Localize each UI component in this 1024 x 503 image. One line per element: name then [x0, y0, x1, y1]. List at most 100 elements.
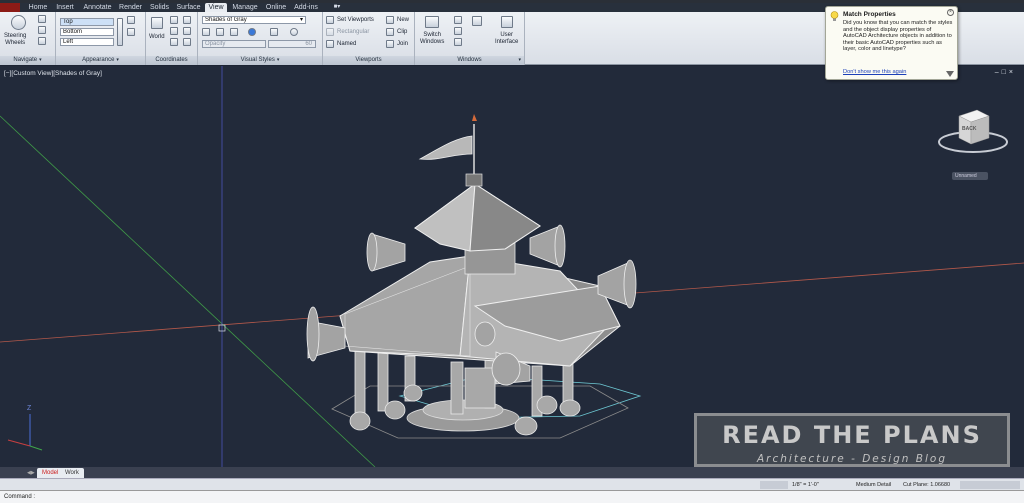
- close-icon[interactable]: ×: [947, 9, 954, 16]
- clip-button[interactable]: Clip: [397, 29, 407, 35]
- tab-view[interactable]: View: [205, 3, 227, 12]
- annotation-scale[interactable]: 1/8" = 1'-0": [792, 481, 819, 489]
- world-label[interactable]: World: [149, 34, 165, 40]
- lightbulb-icon: [830, 11, 839, 21]
- visual-style-icon[interactable]: [127, 28, 135, 36]
- steering-wheels-label[interactable]: Steering Wheels: [4, 33, 26, 47]
- pan-icon[interactable]: [38, 15, 46, 23]
- tab-manage[interactable]: Manage: [231, 3, 259, 12]
- tab-solids[interactable]: Solids: [148, 3, 171, 12]
- ucs-world-icon[interactable]: [151, 17, 163, 29]
- visual-style-select[interactable]: Shades of Gray ▾: [202, 16, 306, 24]
- face-style-icon[interactable]: [216, 28, 224, 36]
- switch-windows-label[interactable]: Switch Windows: [420, 32, 444, 46]
- set-viewports-icon: [326, 16, 334, 24]
- tab-surface[interactable]: Surface: [175, 3, 202, 12]
- tab-online[interactable]: Online: [263, 3, 289, 12]
- panel-coordinates: World Coordinates: [146, 12, 198, 65]
- chevron-down-icon[interactable]: [946, 71, 954, 77]
- panel-expand-icon[interactable]: ▾: [39, 57, 42, 63]
- dont-show-again-link[interactable]: Don't show me this again: [843, 69, 906, 75]
- tip-balloon: Match Properties Did you know that you c…: [825, 6, 958, 80]
- tip-title: Match Properties: [843, 11, 896, 18]
- edge-style-icon[interactable]: [202, 28, 210, 36]
- ucs-origin-icon[interactable]: [170, 27, 178, 35]
- tab-work[interactable]: Work: [60, 468, 84, 478]
- tab-render[interactable]: Render: [117, 3, 144, 12]
- panel-expand-icon[interactable]: ▾: [277, 57, 280, 63]
- rectangular-button[interactable]: Rectangular: [337, 29, 369, 35]
- layout-tab-bar: ◀▶ Model Work: [0, 467, 1024, 478]
- user-interface-icon[interactable]: [501, 16, 513, 28]
- ucs-y-icon[interactable]: [183, 27, 191, 35]
- set-viewports-button[interactable]: Set Viewports: [337, 17, 374, 23]
- switch-windows-icon[interactable]: [425, 16, 439, 28]
- status-bar: 1/8" = 1'-0" Medium Detail Cut Plane: 1.…: [0, 478, 1024, 490]
- tab-insert[interactable]: Insert: [53, 3, 77, 12]
- ucs-x-icon[interactable]: [183, 16, 191, 24]
- view-item-bottom[interactable]: Bottom: [60, 28, 114, 36]
- panel-expand-icon[interactable]: ▾: [116, 57, 119, 63]
- watermark-subtitle: Architecture - Design Blog: [756, 453, 947, 465]
- viewcube[interactable]: BACK: [933, 104, 1009, 174]
- navigate-panel-title: Navigate: [13, 57, 38, 63]
- opacity-label: Opacity: [202, 40, 266, 48]
- orbit-icon[interactable]: [38, 26, 46, 34]
- toolbars-icon[interactable]: [472, 16, 482, 26]
- tab-home[interactable]: Home: [27, 3, 49, 12]
- tab-annotate[interactable]: Annotate: [81, 3, 114, 12]
- new-button[interactable]: New: [397, 17, 409, 23]
- tile-horizontal-icon[interactable]: [454, 16, 462, 24]
- ribbon-minimize-icon[interactable]: ■▾: [327, 3, 347, 12]
- command-prompt: Command :: [4, 494, 36, 500]
- steering-wheels-icon[interactable]: [11, 15, 26, 30]
- x-ray-icon[interactable]: [270, 28, 278, 36]
- cascade-icon[interactable]: [454, 38, 462, 46]
- viewport-window-controls[interactable]: –□×: [995, 69, 1016, 76]
- new-viewport-icon: [386, 16, 394, 24]
- ucs-menu[interactable]: Unnamed: [952, 172, 988, 180]
- viewports-panel-title: Viewports: [355, 57, 382, 63]
- panel-viewports: Set Viewports Rectangular Named New Clip…: [323, 12, 415, 65]
- viewcube-face-label[interactable]: BACK: [962, 126, 976, 132]
- opacity-value[interactable]: 60: [268, 40, 316, 48]
- named-viewports-icon: [326, 40, 334, 48]
- chevron-down-icon: ▾: [299, 17, 303, 23]
- join-button[interactable]: Join: [397, 41, 408, 47]
- status-tray-icons[interactable]: [960, 481, 1020, 489]
- ucs-icon[interactable]: [170, 16, 178, 24]
- status-icon-strip[interactable]: [760, 481, 788, 489]
- view-scroll-icon[interactable]: [117, 18, 123, 46]
- visual-style-value: Shades of Gray: [205, 17, 247, 23]
- model-scene: Z: [0, 66, 1024, 467]
- panel-visual-styles: Shades of Gray ▾ Opacity 60 Visual Styles…: [198, 12, 323, 65]
- watermark-title: READ THE PLANS: [722, 421, 982, 449]
- visual-styles-panel-title: Visual Styles: [240, 57, 275, 63]
- appearance-panel-title: Appearance: [82, 57, 115, 63]
- tile-vertical-icon[interactable]: [454, 27, 462, 35]
- color-icon[interactable]: [248, 28, 256, 36]
- panel-appearance: Top Bottom Left Appearance ▾: [56, 12, 146, 65]
- panel-expand-icon[interactable]: ▾: [518, 56, 521, 65]
- user-interface-label[interactable]: User Interface: [495, 32, 518, 46]
- view-item-top[interactable]: Top: [60, 18, 114, 26]
- lighting-icon[interactable]: [290, 28, 298, 36]
- display-detail[interactable]: Medium Detail: [856, 481, 891, 489]
- shadow-icon[interactable]: [230, 28, 238, 36]
- viewport-controls-label[interactable]: [−][Custom View][Shades of Gray]: [4, 70, 102, 77]
- watermark: READ THE PLANS Architecture - Design Blo…: [694, 413, 1010, 467]
- autocad-window: Home Insert Annotate Render Solids Surfa…: [0, 0, 1024, 503]
- panel-navigate: Steering Wheels Navigate ▾: [0, 12, 56, 65]
- command-line[interactable]: Command :: [0, 490, 1024, 503]
- view-item-left[interactable]: Left: [60, 38, 114, 46]
- ucs-z-icon[interactable]: [183, 38, 191, 46]
- zoom-icon[interactable]: [38, 37, 46, 45]
- ucs-view-icon[interactable]: [170, 38, 178, 46]
- gazebo-model: [306, 114, 642, 439]
- zoom-extents-icon[interactable]: [127, 16, 135, 24]
- tip-text: Did you know that you can match the styl…: [843, 20, 953, 53]
- drawing-viewport[interactable]: Z [−][Custom View][Shades of Gray] –□× B…: [0, 66, 1024, 467]
- cut-plane[interactable]: Cut Plane: 1.06680: [903, 481, 950, 489]
- tab-addins[interactable]: Add-ins: [293, 3, 319, 12]
- named-button[interactable]: Named: [337, 41, 356, 47]
